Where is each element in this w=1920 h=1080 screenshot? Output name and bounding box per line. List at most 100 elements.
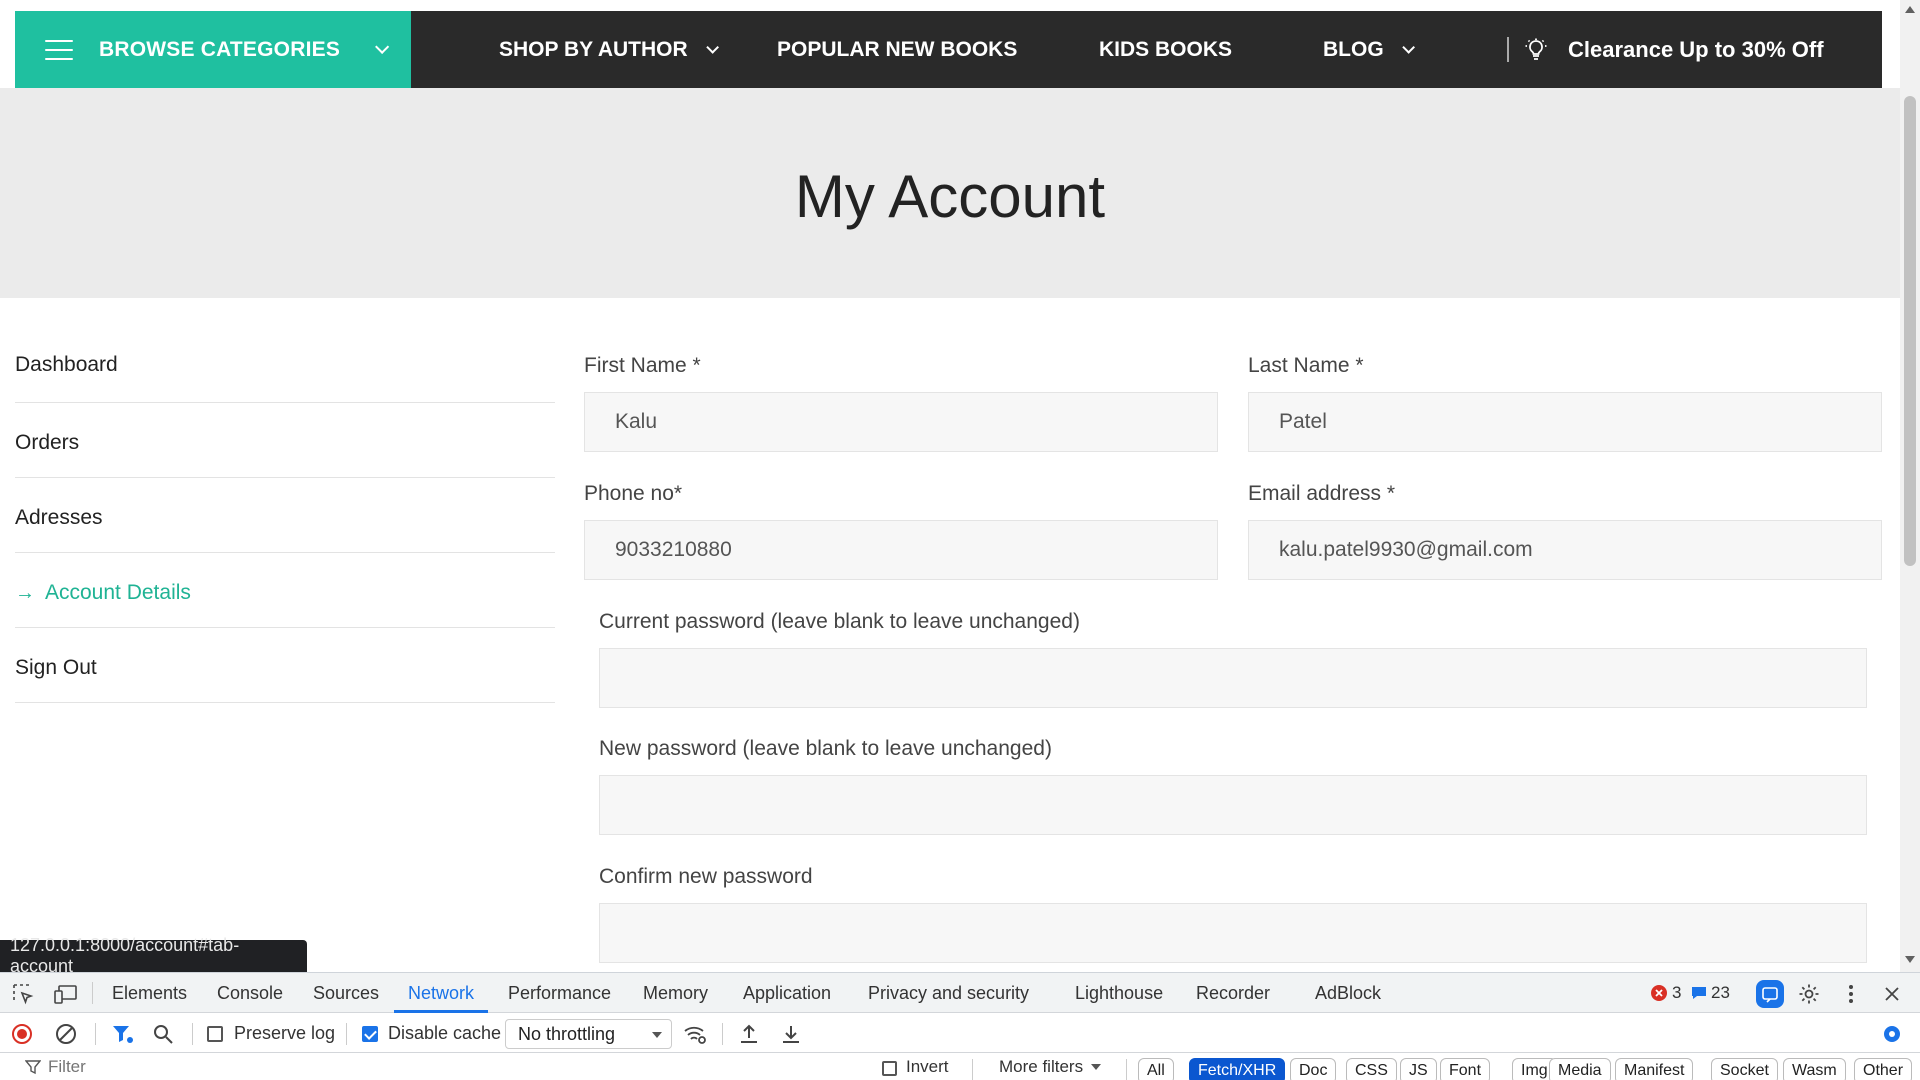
lightbulb-icon xyxy=(1525,38,1547,60)
filter-input[interactable] xyxy=(48,1055,348,1079)
toolbar-divider xyxy=(92,982,93,1004)
settings-gear-icon[interactable] xyxy=(1796,981,1822,1007)
message-icon xyxy=(1692,987,1706,999)
filter-chip-manifest[interactable]: Manifest xyxy=(1615,1058,1694,1080)
sidebar-item-orders[interactable]: Orders xyxy=(15,403,555,478)
error-count-badge[interactable]: 3 xyxy=(1650,973,1681,1013)
more-options-icon[interactable] xyxy=(1838,981,1864,1007)
confirm-password-label: Confirm new password xyxy=(599,865,813,888)
network-conditions-icon[interactable] xyxy=(682,1022,708,1046)
caret-down-icon xyxy=(1091,1064,1102,1070)
message-count-badge[interactable]: 23 xyxy=(1690,973,1730,1013)
download-icon[interactable] xyxy=(779,1022,803,1046)
device-toolbar-icon[interactable] xyxy=(52,981,80,1007)
filter-chip-wasm[interactable]: Wasm xyxy=(1783,1058,1846,1080)
sidebar-item-label: Orders xyxy=(15,431,80,454)
page-banner: My Account xyxy=(0,88,1900,298)
network-toolbar: Preserve log Disable cache No throttling xyxy=(0,1013,1920,1053)
account-sidebar: Dashboard Orders Adresses → Account Deta… xyxy=(15,328,555,703)
sidebar-item-label: Account Details xyxy=(45,581,191,604)
sidebar-item-dashboard[interactable]: Dashboard xyxy=(15,328,555,403)
sidebar-item-label: Dashboard xyxy=(15,353,118,376)
filter-chip-font[interactable]: Font xyxy=(1440,1058,1491,1080)
disable-cache-label: Disable cache xyxy=(388,1022,502,1043)
email-input[interactable]: kalu.patel9930@gmail.com xyxy=(1248,520,1882,580)
page-title: My Account xyxy=(794,162,1106,230)
scrollbar-thumb[interactable] xyxy=(1904,96,1916,566)
sidebar-item-sign-out[interactable]: Sign Out xyxy=(15,628,555,703)
tab-application[interactable]: Application xyxy=(743,973,831,1013)
new-password-input[interactable] xyxy=(599,775,1867,835)
disable-cache-checkbox[interactable] xyxy=(362,1026,378,1042)
toolbar-divider xyxy=(722,1023,723,1045)
filter-chip-fetch-xhr[interactable]: Fetch/XHR xyxy=(1189,1058,1286,1080)
upload-icon[interactable] xyxy=(737,1022,761,1046)
throttling-select[interactable]: No throttling xyxy=(505,1019,672,1049)
nav-blog[interactable]: BLOG xyxy=(1323,11,1415,88)
nav-shop-by-author[interactable]: SHOP BY AUTHOR xyxy=(499,11,719,88)
scroll-down-arrow-icon[interactable] xyxy=(1905,956,1915,963)
filter-chip-all[interactable]: All xyxy=(1138,1058,1174,1080)
current-password-input[interactable] xyxy=(599,648,1867,708)
filter-chip-socket[interactable]: Socket xyxy=(1711,1058,1778,1080)
search-icon[interactable] xyxy=(151,1022,175,1046)
hamburger-icon xyxy=(45,39,73,60)
inspect-element-icon[interactable] xyxy=(10,981,36,1007)
first-name-label: First Name * xyxy=(584,354,701,377)
nav-blog-label: BLOG xyxy=(1323,37,1384,61)
tab-elements[interactable]: Elements xyxy=(112,973,187,1013)
throttling-value: No throttling xyxy=(518,1023,616,1044)
caret-down-icon xyxy=(652,1032,662,1038)
filter-icon[interactable] xyxy=(110,1022,136,1046)
nav-kids-books[interactable]: KIDS BOOKS xyxy=(1099,11,1232,88)
tab-console[interactable]: Console xyxy=(217,973,283,1013)
ai-assistance-icon[interactable] xyxy=(1756,980,1784,1008)
nav-shop-by-author-label: SHOP BY AUTHOR xyxy=(499,37,688,61)
close-devtools-icon[interactable] xyxy=(1879,981,1905,1007)
nav-popular-new-books[interactable]: POPULAR NEW BOOKS xyxy=(777,11,1017,88)
tab-memory[interactable]: Memory xyxy=(643,973,708,1013)
filter-chip-css[interactable]: CSS xyxy=(1346,1058,1397,1080)
browse-categories-button[interactable]: BROWSE CATEGORIES xyxy=(15,11,411,88)
preserve-log-checkbox[interactable] xyxy=(207,1026,223,1042)
tab-adblock[interactable]: AdBlock xyxy=(1315,973,1381,1013)
chevron-down-icon xyxy=(375,39,390,59)
nav-kids-books-label: KIDS BOOKS xyxy=(1099,37,1233,61)
browser-page: BROWSE CATEGORIES SHOP BY AUTHOR POPULAR… xyxy=(0,0,1920,1080)
error-count: 3 xyxy=(1672,983,1682,1002)
filter-chip-doc[interactable]: Doc xyxy=(1290,1058,1337,1080)
devtools-tab-bar: Elements Console Sources Network Perform… xyxy=(0,973,1920,1013)
email-label: Email address * xyxy=(1248,482,1396,505)
website-viewport: BROWSE CATEGORIES SHOP BY AUTHOR POPULAR… xyxy=(0,0,1920,972)
clear-icon[interactable] xyxy=(54,1022,78,1046)
filter-chip-other[interactable]: Other xyxy=(1854,1058,1913,1080)
invert-checkbox[interactable] xyxy=(882,1061,897,1076)
tab-performance[interactable]: Performance xyxy=(508,973,611,1013)
status-bar-url: 127.0.0.1:8000/account#tab-account xyxy=(0,935,307,972)
tab-network[interactable]: Network xyxy=(393,973,489,1013)
more-filters-label: More filters xyxy=(999,1057,1084,1076)
browse-categories-label: BROWSE CATEGORIES xyxy=(99,37,341,61)
confirm-password-input[interactable] xyxy=(599,903,1867,963)
phone-input[interactable]: 9033210880 xyxy=(584,520,1218,580)
devtools-panel: Elements Console Sources Network Perform… xyxy=(0,972,1920,1080)
tab-privacy-security[interactable]: Privacy and security xyxy=(868,973,1029,1013)
last-name-label: Last Name * xyxy=(1248,354,1364,377)
record-stop-icon[interactable] xyxy=(10,1022,34,1046)
tab-recorder[interactable]: Recorder xyxy=(1196,973,1270,1013)
tab-lighthouse[interactable]: Lighthouse xyxy=(1075,973,1163,1013)
phone-label: Phone no* xyxy=(584,482,683,505)
scroll-up-arrow-icon[interactable] xyxy=(1905,6,1915,13)
filter-chip-media[interactable]: Media xyxy=(1549,1058,1611,1080)
page-scrollbar[interactable] xyxy=(1900,0,1920,972)
clearance-promo[interactable]: Clearance Up to 30% Off xyxy=(1524,11,1824,88)
more-filters-dropdown[interactable]: More filters xyxy=(999,1049,1102,1080)
sidebar-item-account-details[interactable]: → Account Details xyxy=(15,553,555,628)
tab-sources[interactable]: Sources xyxy=(313,973,379,1013)
sidebar-item-addresses[interactable]: Adresses xyxy=(15,478,555,553)
network-settings-gear-icon[interactable] xyxy=(1879,1022,1905,1046)
first-name-input[interactable]: Kalu xyxy=(584,392,1218,452)
filter-chip-js[interactable]: JS xyxy=(1400,1058,1437,1080)
last-name-input[interactable]: Patel xyxy=(1248,392,1882,452)
sidebar-item-label: Sign Out xyxy=(15,656,97,679)
